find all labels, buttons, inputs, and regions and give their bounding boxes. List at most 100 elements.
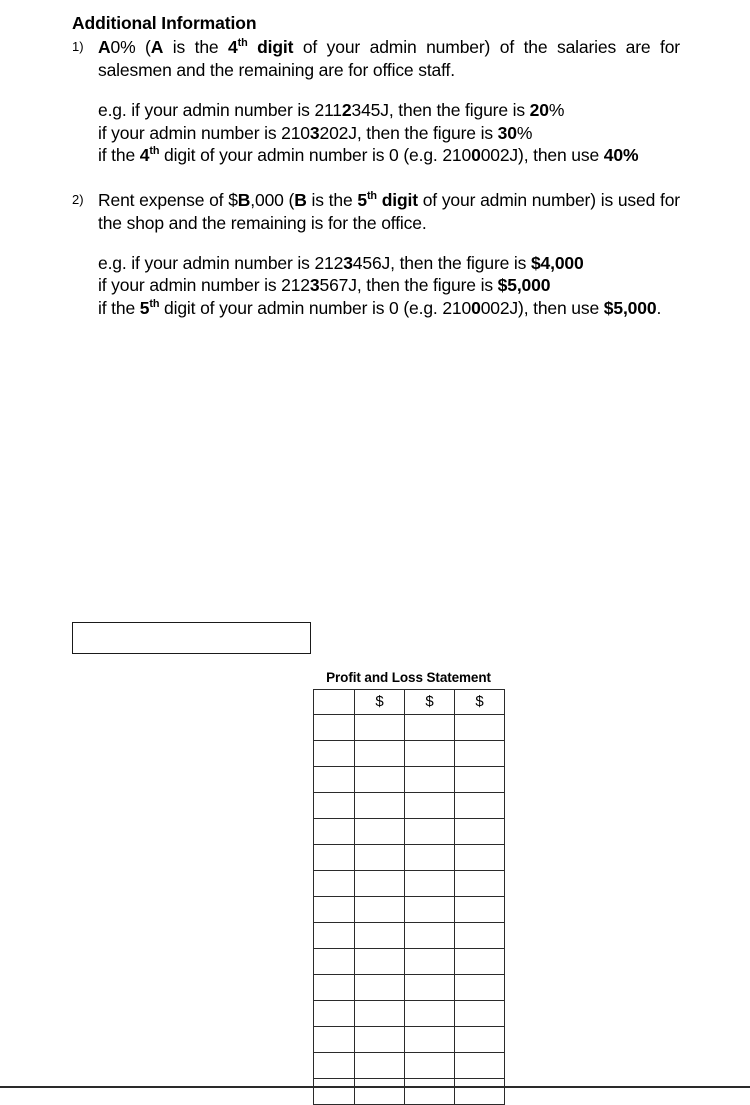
example1-line3-ordinal-suffix: th [149, 145, 160, 158]
cell-amount-3[interactable] [454, 947, 505, 975]
table-row[interactable] [313, 739, 505, 767]
cell-amount-1[interactable] [354, 791, 405, 819]
cell-label[interactable] [313, 1051, 355, 1079]
cell-amount-2[interactable] [404, 817, 455, 845]
example1-line3-ordinal: 4 [139, 145, 150, 166]
cell-label[interactable] [313, 999, 355, 1027]
example2-line2-prefix: if your admin number is 212 [98, 275, 310, 296]
example1-line-1: e.g. if your admin number is 2112345J, t… [72, 99, 680, 122]
cell-amount-1[interactable] [354, 817, 405, 845]
cell-amount-2[interactable] [404, 765, 455, 793]
table-row[interactable] [313, 999, 505, 1027]
cell-amount-1[interactable] [354, 739, 405, 767]
cell-label[interactable] [313, 843, 355, 871]
cell-amount-3[interactable] [454, 765, 505, 793]
cell-amount-3[interactable] [454, 921, 505, 949]
table-row[interactable] [313, 817, 505, 845]
cell-amount-2[interactable] [404, 713, 455, 741]
cell-amount-3[interactable] [454, 895, 505, 923]
cell-amount-2[interactable] [404, 739, 455, 767]
example1-line3-bold-digit: 0 [471, 145, 481, 166]
cell-amount-1[interactable] [354, 947, 405, 975]
example2-line3-ordinal: 5 [139, 298, 150, 319]
item2-token-digit: digit [376, 190, 418, 211]
cell-amount-1[interactable] [354, 973, 405, 1001]
cell-amount-3[interactable] [454, 999, 505, 1027]
table-row[interactable] [313, 843, 505, 871]
example1-line3-mid: digit of your admin number is 0 (e.g. 21… [159, 145, 472, 166]
table-row[interactable] [313, 921, 505, 949]
cell-amount-1[interactable] [354, 1051, 405, 1079]
cell-label[interactable] [313, 921, 355, 949]
example1-line-2: if your admin number is 2103202J, then t… [72, 122, 680, 145]
header-cell-currency-3: $ [454, 688, 505, 715]
cell-amount-2[interactable] [404, 921, 455, 949]
cell-amount-2[interactable] [404, 973, 455, 1001]
example2-line3-ordinal-suffix: th [149, 298, 160, 311]
cell-amount-2[interactable] [404, 869, 455, 897]
page-bottom-rule [0, 1086, 750, 1088]
cell-amount-1[interactable] [354, 869, 405, 897]
cell-amount-1[interactable] [354, 999, 405, 1027]
table-row[interactable] [313, 1051, 505, 1079]
cell-label[interactable] [313, 765, 355, 793]
example2-line1-bold-digit: 3 [343, 252, 353, 273]
cell-amount-2[interactable] [404, 947, 455, 975]
cell-amount-2[interactable] [404, 999, 455, 1027]
cell-label[interactable] [313, 817, 355, 845]
answer-input-box[interactable] [72, 622, 311, 654]
table-row[interactable] [313, 973, 505, 1001]
cell-amount-3[interactable] [454, 869, 505, 897]
cell-amount-3[interactable] [454, 791, 505, 819]
cell-amount-2[interactable] [404, 843, 455, 871]
example2-line1-prefix: e.g. if your admin number is 212 [98, 252, 344, 273]
example2-line3-bold-digit: 0 [471, 298, 481, 319]
cell-amount-1[interactable] [354, 713, 405, 741]
table-row[interactable] [313, 895, 505, 923]
cell-label[interactable] [313, 973, 355, 1001]
table-row[interactable] [313, 947, 505, 975]
table-row[interactable] [313, 1077, 505, 1105]
table-row[interactable] [313, 713, 505, 741]
cell-label[interactable] [313, 791, 355, 819]
example1-line1-bold-digit: 2 [341, 99, 352, 120]
cell-amount-1[interactable] [354, 921, 405, 949]
table-row[interactable] [313, 1025, 505, 1053]
example2-line1-value: $4,000 [530, 252, 584, 273]
cell-amount-3[interactable] [454, 817, 505, 845]
cell-amount-3[interactable] [454, 1077, 505, 1105]
cell-label[interactable] [313, 895, 355, 923]
cell-label[interactable] [313, 1077, 355, 1105]
cell-amount-2[interactable] [404, 1025, 455, 1053]
table-row[interactable] [313, 869, 505, 897]
cell-amount-1[interactable] [354, 765, 405, 793]
item2-ordinal-suffix: th [366, 190, 377, 203]
table-row[interactable] [313, 765, 505, 793]
cell-amount-3[interactable] [454, 973, 505, 1001]
cell-amount-3[interactable] [454, 1051, 505, 1079]
cell-label[interactable] [313, 869, 355, 897]
cell-amount-2[interactable] [404, 791, 455, 819]
cell-amount-1[interactable] [354, 843, 405, 871]
cell-label[interactable] [313, 947, 355, 975]
item1-token-percent: 0% ( [110, 37, 151, 58]
cell-amount-3[interactable] [454, 1025, 505, 1053]
cell-amount-1[interactable] [354, 895, 405, 923]
table-row[interactable] [313, 791, 505, 819]
cell-amount-2[interactable] [404, 895, 455, 923]
cell-amount-1[interactable] [354, 1025, 405, 1053]
cell-amount-2[interactable] [404, 1077, 455, 1105]
item2-token-b: B [237, 190, 251, 211]
cell-amount-3[interactable] [454, 739, 505, 767]
cell-amount-3[interactable] [454, 713, 505, 741]
example2-line2-suffix: 567J, then the figure is [319, 275, 498, 296]
profit-loss-table[interactable]: $ $ $ [313, 688, 505, 1105]
cell-label[interactable] [313, 713, 355, 741]
cell-amount-3[interactable] [454, 843, 505, 871]
cell-label[interactable] [313, 739, 355, 767]
list-item-1: 1) A0% (A is the 4th digit of your admin … [72, 36, 680, 82]
cell-label[interactable] [313, 1025, 355, 1053]
cell-amount-1[interactable] [354, 1077, 405, 1105]
cell-amount-2[interactable] [404, 1051, 455, 1079]
